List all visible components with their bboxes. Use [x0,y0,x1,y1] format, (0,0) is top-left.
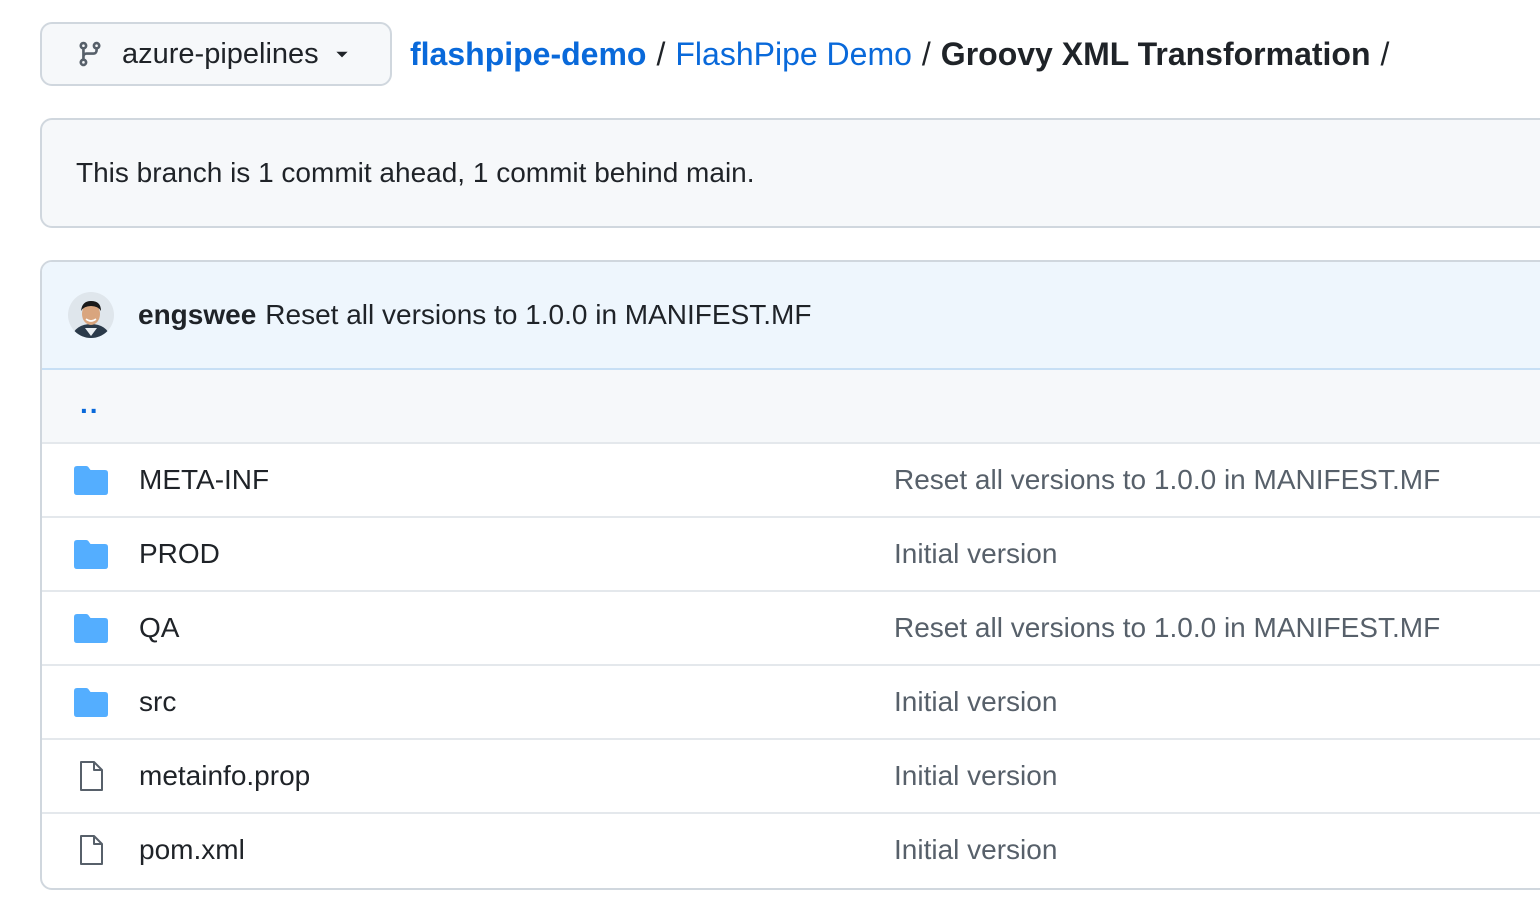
folder-row[interactable]: PROD Initial version [42,516,1540,590]
folder-name-link[interactable]: QA [139,612,179,644]
file-name-link[interactable]: metainfo.prop [139,760,310,792]
last-commit-message-link[interactable]: Reset all versions to 1.0.0 in MANIFEST.… [894,464,1440,496]
breadcrumb: flashpipe-demo / FlashPipe Demo / Groovy… [410,36,1399,73]
file-icon [80,761,103,791]
folder-icon [74,688,108,717]
latest-commit-header: engswee Reset all versions to 1.0.0 in M… [42,262,1540,370]
breadcrumb-separator: / [921,35,931,72]
avatar[interactable] [68,292,114,338]
folder-row[interactable]: src Initial version [42,664,1540,738]
folder-icon [74,614,108,643]
branch-selector-button[interactable]: azure-pipelines [40,22,392,86]
branch-status-box: This branch is 1 commit ahead, 1 commit … [40,118,1540,228]
breadcrumb-separator: / [1380,35,1390,72]
last-commit-message-link[interactable]: Initial version [894,538,1057,570]
git-branch-icon [79,41,101,67]
branch-status-text: This branch is 1 commit ahead, 1 commit … [76,157,755,188]
folder-name-link[interactable]: src [139,686,176,718]
caret-down-icon [336,51,348,58]
last-commit-message-link[interactable]: Initial version [894,760,1057,792]
parent-directory-row[interactable]: .. [42,370,1540,442]
breadcrumb-separator: / [656,35,666,72]
breadcrumb-folder-link[interactable]: FlashPipe Demo [675,36,912,73]
file-row[interactable]: metainfo.prop Initial version [42,738,1540,812]
parent-directory-link[interactable]: .. [80,390,100,418]
last-commit-message-link[interactable]: Initial version [894,686,1057,718]
breadcrumb-current: Groovy XML Transformation [940,35,1371,72]
last-commit-message-link[interactable]: Initial version [894,834,1057,866]
last-commit-message-link[interactable]: Reset all versions to 1.0.0 in MANIFEST.… [894,612,1440,644]
folder-row[interactable]: META-INF Reset all versions to 1.0.0 in M… [42,442,1540,516]
file-listing: engswee Reset all versions to 1.0.0 in M… [40,260,1540,890]
file-row[interactable]: pom.xml Initial version [42,812,1540,886]
folder-icon [74,540,108,569]
branch-name: azure-pipelines [122,37,319,70]
top-bar: azure-pipelines flashpipe-demo / FlashPi… [40,22,1399,86]
commit-author[interactable]: engswee [138,299,256,331]
commit-message[interactable]: Reset all versions to 1.0.0 in MANIFEST.… [265,299,811,331]
folder-row[interactable]: QA Reset all versions to 1.0.0 in MANIFES… [42,590,1540,664]
folder-name-link[interactable]: META-INF [139,464,269,496]
file-icon [80,835,103,865]
file-name-link[interactable]: pom.xml [139,834,245,866]
folder-name-link[interactable]: PROD [139,538,220,570]
folder-icon [74,466,108,495]
breadcrumb-repo-link[interactable]: flashpipe-demo [410,36,646,73]
